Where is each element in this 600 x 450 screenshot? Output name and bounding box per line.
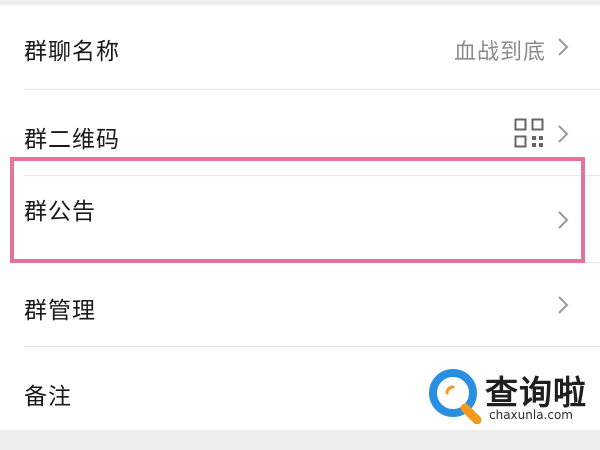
group-management-label: 群管理: [24, 298, 96, 324]
group-management-row[interactable]: 群管理: [0, 263, 600, 347]
qr-code-icon: [514, 118, 544, 148]
chevron-right-icon: [558, 296, 569, 314]
group-announcement-row[interactable]: 群公告: [0, 176, 600, 263]
site-watermark: 查询啦 chaxunla.com: [425, 362, 590, 428]
watermark-name: 查询啦: [485, 373, 587, 412]
group-name-row[interactable]: 群聊名称 血战到底: [0, 5, 600, 90]
group-announcement-label: 群公告: [24, 199, 96, 225]
watermark-url: chaxunla.com: [489, 408, 573, 422]
bottom-separator: [0, 430, 600, 450]
group-qr-code-row[interactable]: 群二维码: [0, 90, 600, 176]
remark-label: 备注: [24, 384, 72, 410]
group-name-label: 群聊名称: [24, 39, 120, 65]
group-name-value: 血战到底: [453, 40, 546, 65]
chevron-right-icon: [558, 211, 569, 229]
chevron-right-icon: [558, 125, 569, 143]
search-logo-icon: [429, 369, 482, 424]
group-qr-code-label: 群二维码: [24, 127, 120, 153]
chevron-right-icon: [558, 38, 569, 56]
